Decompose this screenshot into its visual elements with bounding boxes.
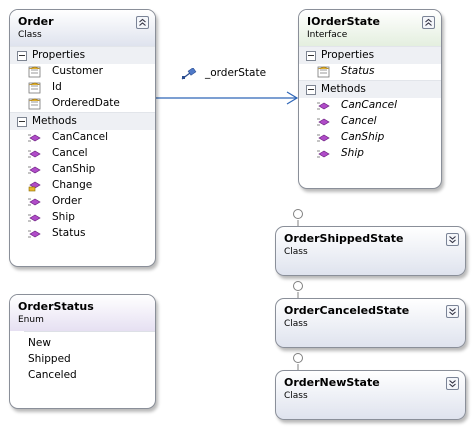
method-icon	[28, 198, 41, 206]
enum-name: OrderStatus	[18, 300, 94, 313]
method-icon	[317, 102, 330, 110]
section-label: Properties	[32, 49, 86, 61]
association-icon	[181, 68, 197, 80]
class-header: OrderNewState Class	[276, 371, 465, 407]
method-label: Ship	[52, 211, 75, 223]
class-name: OrderShippedState	[284, 232, 404, 245]
method-row[interactable]: Ship	[299, 146, 441, 162]
property-row[interactable]: OrderedDate	[10, 96, 155, 112]
method-label: CanShip	[52, 163, 96, 175]
method-icon	[28, 166, 41, 174]
method-row[interactable]: Cancel	[299, 114, 441, 130]
orderstatus-enum-shape[interactable]: OrderStatus Enum New Shipped Canceled	[9, 294, 156, 409]
enum-value-label: Shipped	[28, 353, 71, 365]
method-label: Cancel	[341, 115, 377, 127]
class-name: OrderCanceledState	[284, 304, 410, 317]
property-icon	[28, 98, 41, 110]
property-label: OrderedDate	[52, 97, 120, 109]
method-label: Ship	[341, 147, 364, 159]
interface-lollipop-icon	[293, 209, 303, 219]
class-name: OrderNewState	[284, 376, 380, 389]
enum-header: OrderStatus Enum	[10, 295, 155, 331]
section-label: Properties	[321, 49, 375, 61]
interface-lollipop-icon	[293, 281, 303, 291]
enum-value-row[interactable]: Shipped	[24, 352, 155, 368]
method-label: Status	[52, 227, 86, 239]
method-icon	[28, 214, 41, 222]
class-header: OrderCanceledState Class	[276, 299, 465, 335]
method-label: Change	[52, 179, 93, 191]
method-icon	[28, 150, 41, 158]
iorderstate-interface-shape[interactable]: IOrderState Interface Properties Status …	[298, 9, 442, 189]
method-icon	[28, 230, 41, 238]
protected-method-icon	[28, 181, 41, 192]
method-row[interactable]: CanCancel	[10, 130, 155, 146]
expand-chevrons-icon[interactable]	[446, 377, 459, 390]
properties-section-header[interactable]: Properties	[10, 46, 155, 64]
interface-kind: Interface	[307, 30, 348, 40]
property-icon	[28, 82, 41, 94]
association-label: _orderState	[205, 67, 267, 79]
method-label: CanShip	[341, 131, 385, 143]
expand-chevrons-icon[interactable]	[446, 305, 459, 318]
method-icon	[28, 134, 41, 142]
method-row[interactable]: Status	[10, 226, 155, 242]
method-label: Cancel	[52, 147, 88, 159]
collapse-section-icon[interactable]	[306, 51, 316, 61]
enum-values: New Shipped Canceled	[24, 331, 155, 384]
section-label: Methods	[321, 83, 366, 95]
property-row[interactable]: Customer	[10, 64, 155, 80]
class-kind: Class	[284, 247, 308, 257]
method-icon	[317, 134, 330, 142]
class-kind: Class	[284, 319, 308, 329]
class-kind: Class	[18, 30, 42, 40]
association-label-group[interactable]: _orderState	[181, 67, 281, 81]
interface-lollipop-icon	[293, 353, 303, 363]
enum-value-label: Canceled	[28, 369, 77, 381]
collapse-chevrons-icon[interactable]	[136, 16, 149, 29]
collapse-chevrons-icon[interactable]	[422, 16, 435, 29]
methods-section-header[interactable]: Methods	[10, 112, 155, 130]
property-icon	[28, 66, 41, 78]
method-row[interactable]: Ship	[10, 210, 155, 226]
property-icon	[317, 66, 330, 78]
method-row[interactable]: CanCancel	[299, 98, 441, 114]
order-class-shape[interactable]: Order Class Properties Customer Id Order…	[9, 9, 156, 267]
interface-header: IOrderState Interface	[299, 10, 441, 46]
property-label: Status	[341, 65, 375, 77]
class-kind: Class	[284, 391, 308, 401]
enum-value-label: New	[28, 337, 51, 349]
class-name: Order	[18, 15, 54, 28]
method-row[interactable]: CanShip	[10, 162, 155, 178]
ordernewstate-class-shape[interactable]: OrderNewState Class	[275, 370, 466, 420]
method-row[interactable]: Order	[10, 194, 155, 210]
method-row[interactable]: Cancel	[10, 146, 155, 162]
collapse-section-icon[interactable]	[17, 51, 27, 61]
collapse-section-icon[interactable]	[306, 85, 316, 95]
method-icon	[317, 118, 330, 126]
enum-value-row[interactable]: Canceled	[24, 368, 155, 384]
interface-name: IOrderState	[307, 15, 380, 28]
ordercanceledstate-class-shape[interactable]: OrderCanceledState Class	[275, 298, 466, 348]
expand-chevrons-icon[interactable]	[446, 233, 459, 246]
method-row[interactable]: CanShip	[299, 130, 441, 146]
property-row[interactable]: Id	[10, 80, 155, 96]
section-label: Methods	[32, 115, 77, 127]
ordershippedstate-class-shape[interactable]: OrderShippedState Class	[275, 226, 466, 276]
property-label: Id	[52, 81, 62, 93]
method-label: Order	[52, 195, 82, 207]
methods-section-header[interactable]: Methods	[299, 80, 441, 98]
method-label: CanCancel	[341, 99, 397, 111]
property-row[interactable]: Status	[299, 64, 441, 80]
properties-section-header[interactable]: Properties	[299, 46, 441, 64]
collapse-section-icon[interactable]	[17, 117, 27, 127]
method-icon	[317, 150, 330, 158]
method-row[interactable]: Change	[10, 178, 155, 194]
class-header: OrderShippedState Class	[276, 227, 465, 263]
enum-value-row[interactable]: New	[24, 336, 155, 352]
order-class-header: Order Class	[10, 10, 155, 46]
method-label: CanCancel	[52, 131, 108, 143]
property-label: Customer	[52, 65, 104, 77]
enum-kind: Enum	[18, 315, 44, 325]
